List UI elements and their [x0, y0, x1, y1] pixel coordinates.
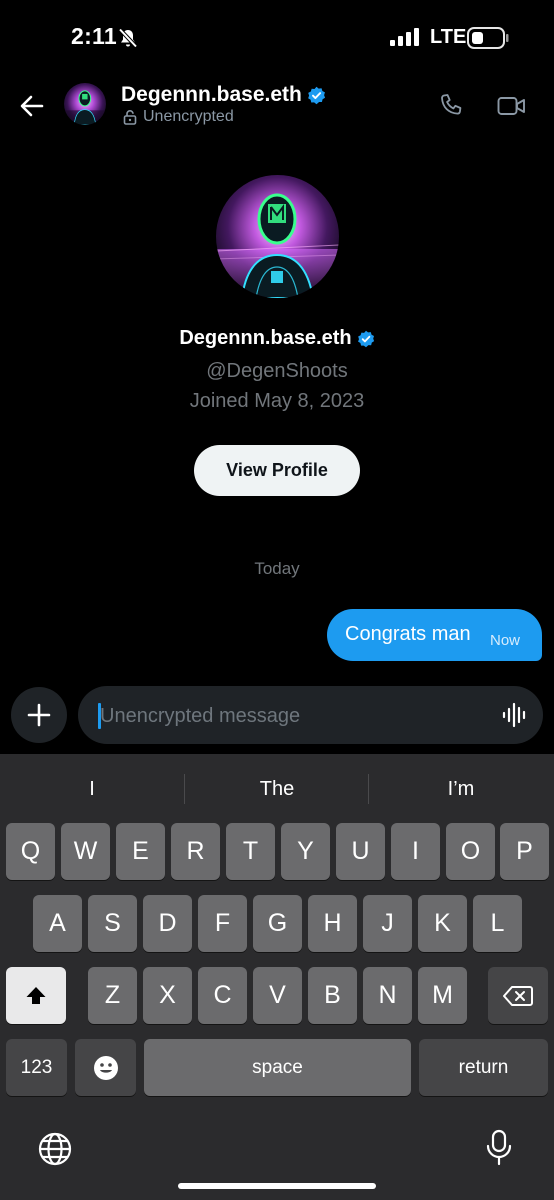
home-indicator — [178, 1183, 376, 1189]
profile-name: Degennn.base.eth — [179, 327, 352, 349]
key-g[interactable]: G — [253, 895, 302, 952]
add-attachment-button[interactable] — [11, 687, 67, 743]
key-u[interactable]: U — [336, 823, 385, 880]
key-m[interactable]: M — [418, 967, 467, 1024]
numbers-key[interactable]: 123 — [6, 1039, 67, 1096]
key-k[interactable]: K — [418, 895, 467, 952]
header-title[interactable]: Degennn.base.eth — [121, 83, 326, 107]
emoji-icon — [93, 1055, 118, 1080]
plus-icon — [27, 703, 51, 727]
bell-slash-icon — [118, 28, 138, 48]
key-v[interactable]: V — [253, 967, 302, 1024]
key-z[interactable]: Z — [88, 967, 137, 1024]
profile-joined-date: Joined May 8, 2023 — [189, 390, 365, 412]
back-arrow-icon[interactable] — [16, 90, 48, 122]
key-j[interactable]: J — [363, 895, 412, 952]
globe-icon[interactable] — [36, 1130, 74, 1168]
key-c[interactable]: C — [198, 967, 247, 1024]
key-p[interactable]: P — [500, 823, 549, 880]
profile-name-row: Degennn.base.eth — [0, 327, 554, 350]
shift-icon — [26, 986, 46, 1004]
delete-icon — [503, 985, 533, 1006]
key-e[interactable]: E — [116, 823, 165, 880]
voice-wave-icon[interactable] — [501, 702, 527, 728]
key-x[interactable]: X — [143, 967, 192, 1024]
microphone-icon[interactable] — [484, 1128, 514, 1168]
status-time: 2:11 — [71, 23, 117, 49]
message-text: Congrats man — [345, 623, 471, 645]
emoji-key[interactable] — [75, 1039, 136, 1096]
message-time: Now — [490, 632, 521, 649]
key-b[interactable]: B — [308, 967, 357, 1024]
key-l[interactable]: L — [473, 895, 522, 952]
suggestion-3[interactable]: I’m — [369, 770, 553, 808]
key-a[interactable]: A — [33, 895, 82, 952]
network-label: LTE — [430, 26, 467, 48]
video-camera-icon[interactable] — [497, 92, 527, 120]
key-y[interactable]: Y — [281, 823, 330, 880]
message-bubble[interactable]: Congrats man Now — [327, 609, 542, 661]
chat-header: Degennn.base.eth Unencrypted — [0, 78, 554, 136]
battery-icon — [467, 27, 509, 49]
status-bar: 2:11 LTE — [0, 0, 554, 78]
signal-icon — [390, 28, 419, 46]
message-composer — [78, 686, 543, 744]
key-f[interactable]: F — [198, 895, 247, 952]
key-i[interactable]: I — [391, 823, 440, 880]
space-key[interactable]: space — [144, 1039, 411, 1096]
header-avatar[interactable] — [64, 83, 106, 125]
day-divider: Today — [254, 559, 300, 578]
verified-badge-icon — [357, 330, 374, 347]
shift-key[interactable] — [6, 967, 66, 1024]
return-key[interactable]: return — [419, 1039, 548, 1096]
encryption-label: Unencrypted — [143, 108, 234, 125]
view-profile-button[interactable]: View Profile — [194, 445, 360, 496]
key-t[interactable]: T — [226, 823, 275, 880]
suggestion-2[interactable]: The — [185, 770, 369, 808]
profile-handle: @DegenShoots — [206, 360, 348, 382]
encryption-status: Unencrypted — [123, 108, 234, 126]
verified-badge-icon — [308, 86, 325, 104]
delete-key[interactable] — [488, 967, 548, 1024]
key-q[interactable]: Q — [6, 823, 55, 880]
key-r[interactable]: R — [171, 823, 220, 880]
key-d[interactable]: D — [143, 895, 192, 952]
message-input[interactable] — [100, 702, 480, 730]
key-o[interactable]: O — [446, 823, 495, 880]
header-name: Degennn.base.eth — [121, 83, 302, 106]
key-w[interactable]: W — [61, 823, 110, 880]
text-cursor — [98, 703, 101, 729]
suggestion-1[interactable]: I — [0, 770, 184, 808]
profile-avatar[interactable] — [216, 175, 339, 298]
key-h[interactable]: H — [308, 895, 357, 952]
key-n[interactable]: N — [363, 967, 412, 1024]
suggestion-bar: I The I’m — [0, 770, 554, 808]
key-s[interactable]: S — [88, 895, 137, 952]
lock-icon — [123, 110, 137, 125]
phone-icon[interactable] — [437, 92, 465, 120]
